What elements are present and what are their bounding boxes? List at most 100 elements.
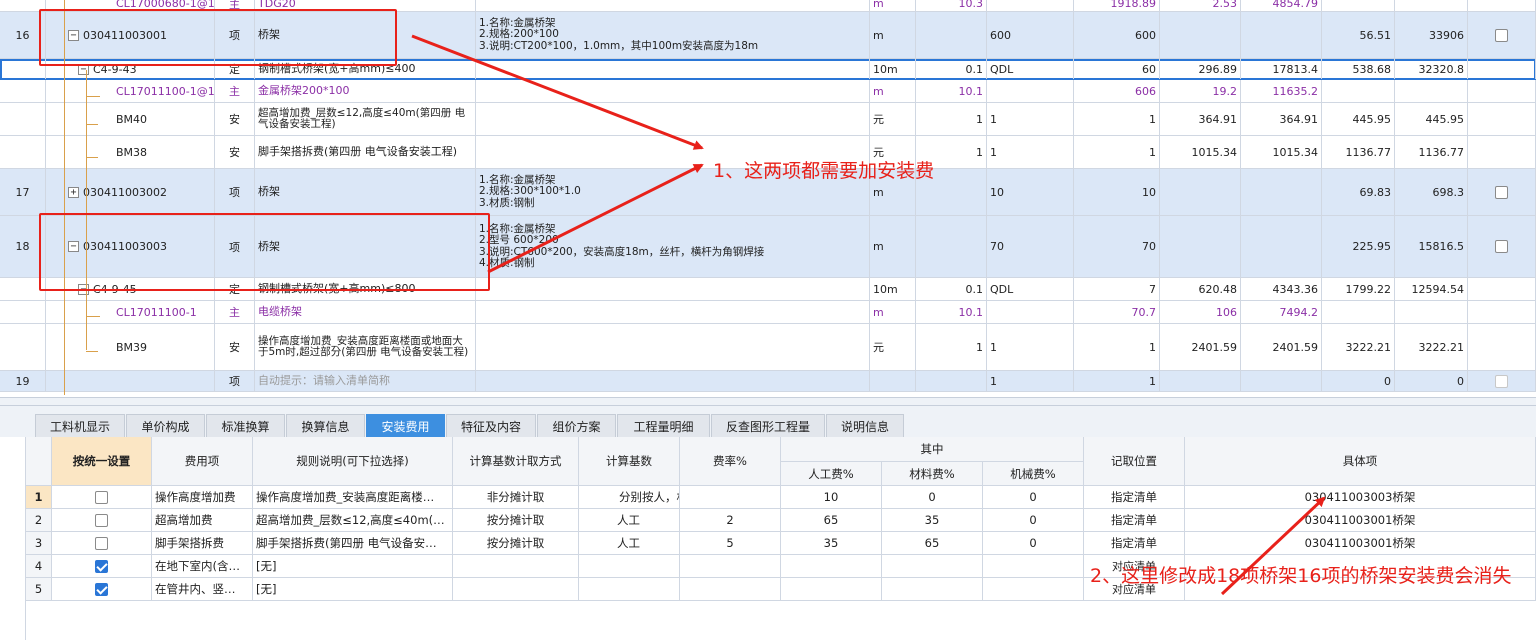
fee-cell-checked[interactable] bbox=[52, 509, 152, 532]
cell-qexp[interactable]: 1 bbox=[987, 136, 1074, 168]
cell-coef[interactable]: 1 bbox=[916, 324, 987, 370]
tab-9[interactable]: 说明信息 bbox=[826, 414, 904, 437]
cell-price[interactable] bbox=[1160, 169, 1241, 215]
cell-price[interactable]: 2.53 bbox=[1160, 0, 1241, 11]
tab-4[interactable]: 安装费用 bbox=[366, 414, 445, 437]
cell-total[interactable]: 7494.2 bbox=[1241, 301, 1322, 323]
fee-cell-rule[interactable]: 脚手架搭拆费(第四册 电气设备安… bbox=[253, 532, 453, 555]
cell-coef[interactable]: 10.3 bbox=[916, 0, 987, 11]
fee-cell-rule[interactable]: 超高增加费_层数≤12,高度≤40m(… bbox=[253, 509, 453, 532]
fee-cell-rule[interactable]: [无] bbox=[253, 555, 453, 578]
header-fee-item[interactable]: 费用项 bbox=[152, 437, 253, 486]
fee-cell-material[interactable]: 35 bbox=[882, 509, 983, 532]
cell-utotal[interactable]: 0 bbox=[1395, 371, 1468, 391]
cell-qty[interactable]: 1 bbox=[1074, 103, 1160, 135]
fee-cell-fee_item[interactable]: 在管井内、竖… bbox=[152, 578, 253, 601]
tab-5[interactable]: 特征及内容 bbox=[446, 414, 536, 437]
cell-code[interactable]: BM40 bbox=[46, 103, 215, 135]
cell-num[interactable] bbox=[0, 80, 46, 102]
cell-checkbox[interactable] bbox=[1468, 12, 1536, 58]
fee-cell-labor[interactable] bbox=[781, 578, 882, 601]
cell-qty[interactable]: 70.7 bbox=[1074, 301, 1160, 323]
cell-coef[interactable] bbox=[916, 371, 987, 391]
cell-checkbox[interactable] bbox=[1468, 216, 1536, 277]
cell-unit[interactable]: 10m bbox=[870, 278, 916, 300]
cell-uprice[interactable]: 225.95 bbox=[1322, 216, 1395, 277]
cell-qty[interactable]: 600 bbox=[1074, 12, 1160, 58]
cell-unit[interactable]: m bbox=[870, 12, 916, 58]
fee-cell-material[interactable] bbox=[882, 555, 983, 578]
cell-features[interactable] bbox=[476, 324, 870, 370]
fee-cell-calc_base[interactable]: 人工 bbox=[579, 532, 680, 555]
cell-coef[interactable]: 10.1 bbox=[916, 80, 987, 102]
cell-qty[interactable]: 606 bbox=[1074, 80, 1160, 102]
cell-num[interactable]: 19 bbox=[0, 371, 46, 391]
cell-num[interactable] bbox=[0, 136, 46, 168]
cell-unit[interactable]: 元 bbox=[870, 103, 916, 135]
cell-unit[interactable]: m bbox=[870, 301, 916, 323]
cell-qty[interactable]: 1918.89 bbox=[1074, 0, 1160, 11]
fee-cell-checked[interactable] bbox=[52, 532, 152, 555]
cell-name[interactable]: 金属桥架200*100 bbox=[255, 80, 476, 102]
cell-total[interactable]: 11635.2 bbox=[1241, 80, 1322, 102]
cell-qty[interactable]: 1 bbox=[1074, 324, 1160, 370]
cell-unit[interactable]: m bbox=[870, 0, 916, 11]
cell-qexp[interactable]: 1 bbox=[987, 103, 1074, 135]
cell-price[interactable] bbox=[1160, 371, 1241, 391]
cell-features[interactable] bbox=[476, 278, 870, 300]
cell-name[interactable]: 脚手架搭拆费(第四册 电气设备安装工程) bbox=[255, 136, 476, 168]
fee-cell-labor[interactable]: 35 bbox=[781, 532, 882, 555]
fee-cell-specific[interactable]: 030411003001桥架 bbox=[1185, 532, 1536, 555]
row-checkbox[interactable] bbox=[1495, 185, 1508, 199]
cell-type[interactable]: 安 bbox=[215, 103, 255, 135]
fee-cell-material[interactable] bbox=[882, 578, 983, 601]
cell-checkbox[interactable] bbox=[1468, 301, 1536, 323]
fee-cell-checked[interactable] bbox=[52, 486, 152, 509]
cell-unit[interactable]: m bbox=[870, 80, 916, 102]
cell-checkbox[interactable] bbox=[1468, 59, 1536, 79]
tab-0[interactable]: 工料机显示 bbox=[35, 414, 125, 437]
fee-cell-calc_method[interactable]: 按分摊计取 bbox=[453, 509, 579, 532]
fee-cell-labor[interactable] bbox=[781, 555, 882, 578]
cell-uprice[interactable] bbox=[1322, 80, 1395, 102]
cell-uprice[interactable]: 1136.77 bbox=[1322, 136, 1395, 168]
cell-utotal[interactable]: 1136.77 bbox=[1395, 136, 1468, 168]
cell-qexp[interactable] bbox=[987, 301, 1074, 323]
quota-row[interactable]: CL17011100-1@1 主 金属桥架200*100 m 10.1 606 19.2 11… bbox=[0, 80, 1536, 103]
cell-qexp[interactable]: QDL bbox=[987, 59, 1074, 79]
cell-qty[interactable]: 1 bbox=[1074, 136, 1160, 168]
fee-cell-rule[interactable]: [无] bbox=[253, 578, 453, 601]
cell-code[interactable]: BM39 bbox=[46, 324, 215, 370]
cell-type[interactable]: 项 bbox=[215, 169, 255, 215]
cell-utotal[interactable]: 3222.21 bbox=[1395, 324, 1468, 370]
cell-total[interactable]: 4854.79 bbox=[1241, 0, 1322, 11]
header-specific-item[interactable]: 具体项 bbox=[1185, 437, 1536, 486]
cell-utotal[interactable] bbox=[1395, 80, 1468, 102]
fee-cell-rate[interactable] bbox=[680, 578, 781, 601]
cell-coef[interactable]: 0.1 bbox=[916, 59, 987, 79]
cell-price[interactable]: 1015.34 bbox=[1160, 136, 1241, 168]
cell-unit[interactable]: m bbox=[870, 216, 916, 277]
cell-code[interactable]: BM38 bbox=[46, 136, 215, 168]
fee-cell-calc_base[interactable]: 分别按人，材，机取费 bbox=[579, 486, 680, 509]
cell-price[interactable]: 296.89 bbox=[1160, 59, 1241, 79]
fee-cell-num[interactable]: 2 bbox=[26, 509, 52, 532]
fee-cell-rate[interactable] bbox=[680, 486, 781, 509]
cell-type[interactable]: 主 bbox=[215, 301, 255, 323]
cell-utotal[interactable]: 698.3 bbox=[1395, 169, 1468, 215]
tab-3[interactable]: 换算信息 bbox=[286, 414, 365, 437]
fee-cell-machine[interactable]: 0 bbox=[983, 532, 1084, 555]
cell-features[interactable] bbox=[476, 371, 870, 391]
fee-cell-num[interactable]: 3 bbox=[26, 532, 52, 555]
cell-checkbox[interactable] bbox=[1468, 278, 1536, 300]
cell-unit[interactable] bbox=[870, 371, 916, 391]
header-machine[interactable]: 机械费% bbox=[983, 462, 1084, 486]
cell-total[interactable] bbox=[1241, 371, 1322, 391]
cell-coef[interactable]: 1 bbox=[916, 103, 987, 135]
fee-cell-checked[interactable] bbox=[52, 555, 152, 578]
cell-utotal[interactable]: 12594.54 bbox=[1395, 278, 1468, 300]
fee-cell-calc_base[interactable] bbox=[579, 555, 680, 578]
fee-cell-fee_item[interactable]: 脚手架搭拆费 bbox=[152, 532, 253, 555]
fee-cell-position[interactable]: 指定清单 bbox=[1084, 532, 1185, 555]
header-unified-setting[interactable]: 按统一设置 bbox=[52, 437, 152, 486]
